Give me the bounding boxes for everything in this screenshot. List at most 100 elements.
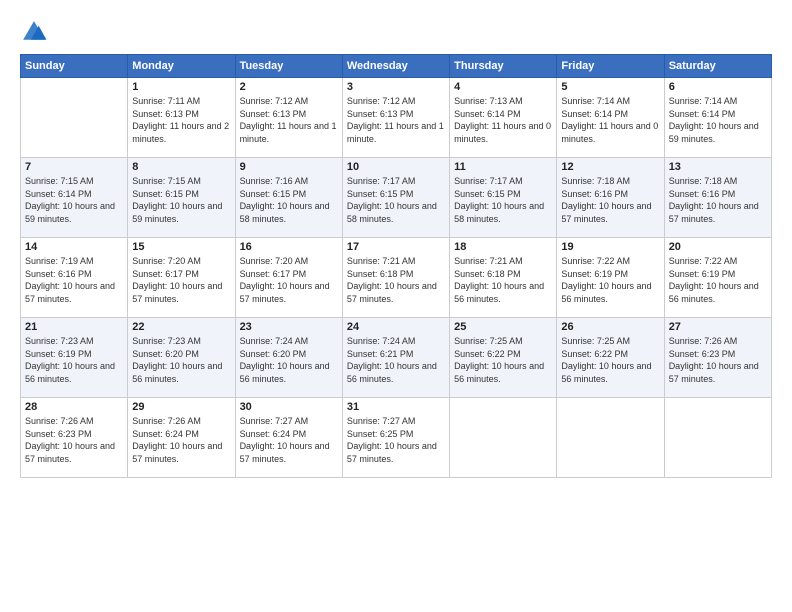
day-info: Sunrise: 7:27 AMSunset: 6:24 PMDaylight:… (240, 415, 338, 465)
calendar-cell: 30 Sunrise: 7:27 AMSunset: 6:24 PMDayligh… (235, 398, 342, 478)
day-number: 17 (347, 241, 445, 253)
day-info: Sunrise: 7:24 AMSunset: 6:21 PMDaylight:… (347, 335, 445, 385)
calendar-cell: 6 Sunrise: 7:14 AMSunset: 6:14 PMDaylight… (664, 78, 771, 158)
day-info: Sunrise: 7:12 AMSunset: 6:13 PMDaylight:… (347, 95, 445, 145)
day-number: 13 (669, 161, 767, 173)
calendar-week-row: 7Sunrise: 7:15 AMSunset: 6:14 PMDaylight… (21, 158, 772, 238)
calendar-week-row: 1 Sunrise: 7:11 AMSunset: 6:13 PMDaylight… (21, 78, 772, 158)
calendar-cell: 11 Sunrise: 7:17 AMSunset: 6:15 PMDayligh… (450, 158, 557, 238)
day-of-week-header: Monday (128, 55, 235, 78)
day-number: 6 (669, 81, 767, 93)
logo (20, 18, 52, 46)
day-info: Sunrise: 7:21 AMSunset: 6:18 PMDaylight:… (454, 255, 552, 305)
calendar-cell: 2Sunrise: 7:12 AMSunset: 6:13 PMDaylight… (235, 78, 342, 158)
calendar-cell: 16 Sunrise: 7:20 AMSunset: 6:17 PMDayligh… (235, 238, 342, 318)
day-info: Sunrise: 7:26 AMSunset: 6:24 PMDaylight:… (132, 415, 230, 465)
day-number: 25 (454, 321, 552, 333)
calendar-cell: 14 Sunrise: 7:19 AMSunset: 6:16 PMDayligh… (21, 238, 128, 318)
day-number: 30 (240, 401, 338, 413)
calendar-cell: 8 Sunrise: 7:15 AMSunset: 6:15 PMDaylight… (128, 158, 235, 238)
calendar-cell: 4 Sunrise: 7:13 AMSunset: 6:14 PMDaylight… (450, 78, 557, 158)
page: SundayMondayTuesdayWednesdayThursdayFrid… (0, 0, 792, 612)
day-info: Sunrise: 7:14 AMSunset: 6:14 PMDaylight:… (669, 95, 767, 145)
day-number: 18 (454, 241, 552, 253)
day-number: 16 (240, 241, 338, 253)
day-info: Sunrise: 7:25 AMSunset: 6:22 PMDaylight:… (454, 335, 552, 385)
calendar-cell: 12Sunrise: 7:18 AMSunset: 6:16 PMDayligh… (557, 158, 664, 238)
day-info: Sunrise: 7:22 AMSunset: 6:19 PMDaylight:… (561, 255, 659, 305)
calendar-cell (21, 78, 128, 158)
day-number: 14 (25, 241, 123, 253)
calendar-header-row: SundayMondayTuesdayWednesdayThursdayFrid… (21, 55, 772, 78)
day-number: 27 (669, 321, 767, 333)
day-number: 31 (347, 401, 445, 413)
day-number: 11 (454, 161, 552, 173)
day-info: Sunrise: 7:19 AMSunset: 6:16 PMDaylight:… (25, 255, 123, 305)
calendar-cell: 13 Sunrise: 7:18 AMSunset: 6:16 PMDayligh… (664, 158, 771, 238)
day-info: Sunrise: 7:14 AMSunset: 6:14 PMDaylight:… (561, 95, 659, 145)
calendar-week-row: 28Sunrise: 7:26 AMSunset: 6:23 PMDayligh… (21, 398, 772, 478)
calendar-cell: 22 Sunrise: 7:23 AMSunset: 6:20 PMDayligh… (128, 318, 235, 398)
calendar-cell (664, 398, 771, 478)
day-number: 21 (25, 321, 123, 333)
day-of-week-header: Thursday (450, 55, 557, 78)
day-info: Sunrise: 7:17 AMSunset: 6:15 PMDaylight:… (347, 175, 445, 225)
calendar-cell: 23 Sunrise: 7:24 AMSunset: 6:20 PMDayligh… (235, 318, 342, 398)
day-info: Sunrise: 7:15 AMSunset: 6:14 PMDaylight:… (25, 175, 123, 225)
day-number: 5 (561, 81, 659, 93)
calendar-cell: 3 Sunrise: 7:12 AMSunset: 6:13 PMDaylight… (342, 78, 449, 158)
day-info: Sunrise: 7:18 AMSunset: 6:16 PMDaylight:… (669, 175, 767, 225)
day-number: 29 (132, 401, 230, 413)
calendar-cell: 20Sunrise: 7:22 AMSunset: 6:19 PMDayligh… (664, 238, 771, 318)
day-info: Sunrise: 7:26 AMSunset: 6:23 PMDaylight:… (25, 415, 123, 465)
calendar-cell: 9 Sunrise: 7:16 AMSunset: 6:15 PMDaylight… (235, 158, 342, 238)
day-number: 4 (454, 81, 552, 93)
day-of-week-header: Tuesday (235, 55, 342, 78)
day-info: Sunrise: 7:24 AMSunset: 6:20 PMDaylight:… (240, 335, 338, 385)
calendar-cell: 18 Sunrise: 7:21 AMSunset: 6:18 PMDayligh… (450, 238, 557, 318)
day-number: 10 (347, 161, 445, 173)
day-number: 9 (240, 161, 338, 173)
day-of-week-header: Saturday (664, 55, 771, 78)
day-of-week-header: Sunday (21, 55, 128, 78)
calendar-week-row: 21 Sunrise: 7:23 AMSunset: 6:19 PMDayligh… (21, 318, 772, 398)
day-number: 23 (240, 321, 338, 333)
calendar-week-row: 14 Sunrise: 7:19 AMSunset: 6:16 PMDayligh… (21, 238, 772, 318)
day-info: Sunrise: 7:21 AMSunset: 6:18 PMDaylight:… (347, 255, 445, 305)
calendar-cell: 25 Sunrise: 7:25 AMSunset: 6:22 PMDayligh… (450, 318, 557, 398)
day-info: Sunrise: 7:20 AMSunset: 6:17 PMDaylight:… (240, 255, 338, 305)
day-number: 15 (132, 241, 230, 253)
calendar-cell: 19 Sunrise: 7:22 AMSunset: 6:19 PMDayligh… (557, 238, 664, 318)
day-number: 26 (561, 321, 659, 333)
day-info: Sunrise: 7:27 AMSunset: 6:25 PMDaylight:… (347, 415, 445, 465)
calendar-cell: 15Sunrise: 7:20 AMSunset: 6:17 PMDayligh… (128, 238, 235, 318)
day-number: 22 (132, 321, 230, 333)
day-info: Sunrise: 7:11 AMSunset: 6:13 PMDaylight:… (132, 95, 230, 145)
day-info: Sunrise: 7:17 AMSunset: 6:15 PMDaylight:… (454, 175, 552, 225)
day-info: Sunrise: 7:16 AMSunset: 6:15 PMDaylight:… (240, 175, 338, 225)
calendar: SundayMondayTuesdayWednesdayThursdayFrid… (20, 54, 772, 478)
calendar-cell: 26Sunrise: 7:25 AMSunset: 6:22 PMDayligh… (557, 318, 664, 398)
calendar-cell: 24 Sunrise: 7:24 AMSunset: 6:21 PMDayligh… (342, 318, 449, 398)
day-info: Sunrise: 7:23 AMSunset: 6:19 PMDaylight:… (25, 335, 123, 385)
day-info: Sunrise: 7:15 AMSunset: 6:15 PMDaylight:… (132, 175, 230, 225)
calendar-cell: 29 Sunrise: 7:26 AMSunset: 6:24 PMDayligh… (128, 398, 235, 478)
calendar-cell: 17 Sunrise: 7:21 AMSunset: 6:18 PMDayligh… (342, 238, 449, 318)
day-info: Sunrise: 7:13 AMSunset: 6:14 PMDaylight:… (454, 95, 552, 145)
day-info: Sunrise: 7:26 AMSunset: 6:23 PMDaylight:… (669, 335, 767, 385)
calendar-cell: 27 Sunrise: 7:26 AMSunset: 6:23 PMDayligh… (664, 318, 771, 398)
calendar-cell: 28Sunrise: 7:26 AMSunset: 6:23 PMDayligh… (21, 398, 128, 478)
day-number: 1 (132, 81, 230, 93)
calendar-cell: 10 Sunrise: 7:17 AMSunset: 6:15 PMDayligh… (342, 158, 449, 238)
day-number: 24 (347, 321, 445, 333)
day-info: Sunrise: 7:22 AMSunset: 6:19 PMDaylight:… (669, 255, 767, 305)
day-number: 3 (347, 81, 445, 93)
day-info: Sunrise: 7:23 AMSunset: 6:20 PMDaylight:… (132, 335, 230, 385)
day-of-week-header: Wednesday (342, 55, 449, 78)
day-info: Sunrise: 7:12 AMSunset: 6:13 PMDaylight:… (240, 95, 338, 145)
calendar-cell: 31 Sunrise: 7:27 AMSunset: 6:25 PMDayligh… (342, 398, 449, 478)
calendar-cell: 21 Sunrise: 7:23 AMSunset: 6:19 PMDayligh… (21, 318, 128, 398)
day-number: 8 (132, 161, 230, 173)
day-number: 19 (561, 241, 659, 253)
calendar-cell: 1 Sunrise: 7:11 AMSunset: 6:13 PMDaylight… (128, 78, 235, 158)
